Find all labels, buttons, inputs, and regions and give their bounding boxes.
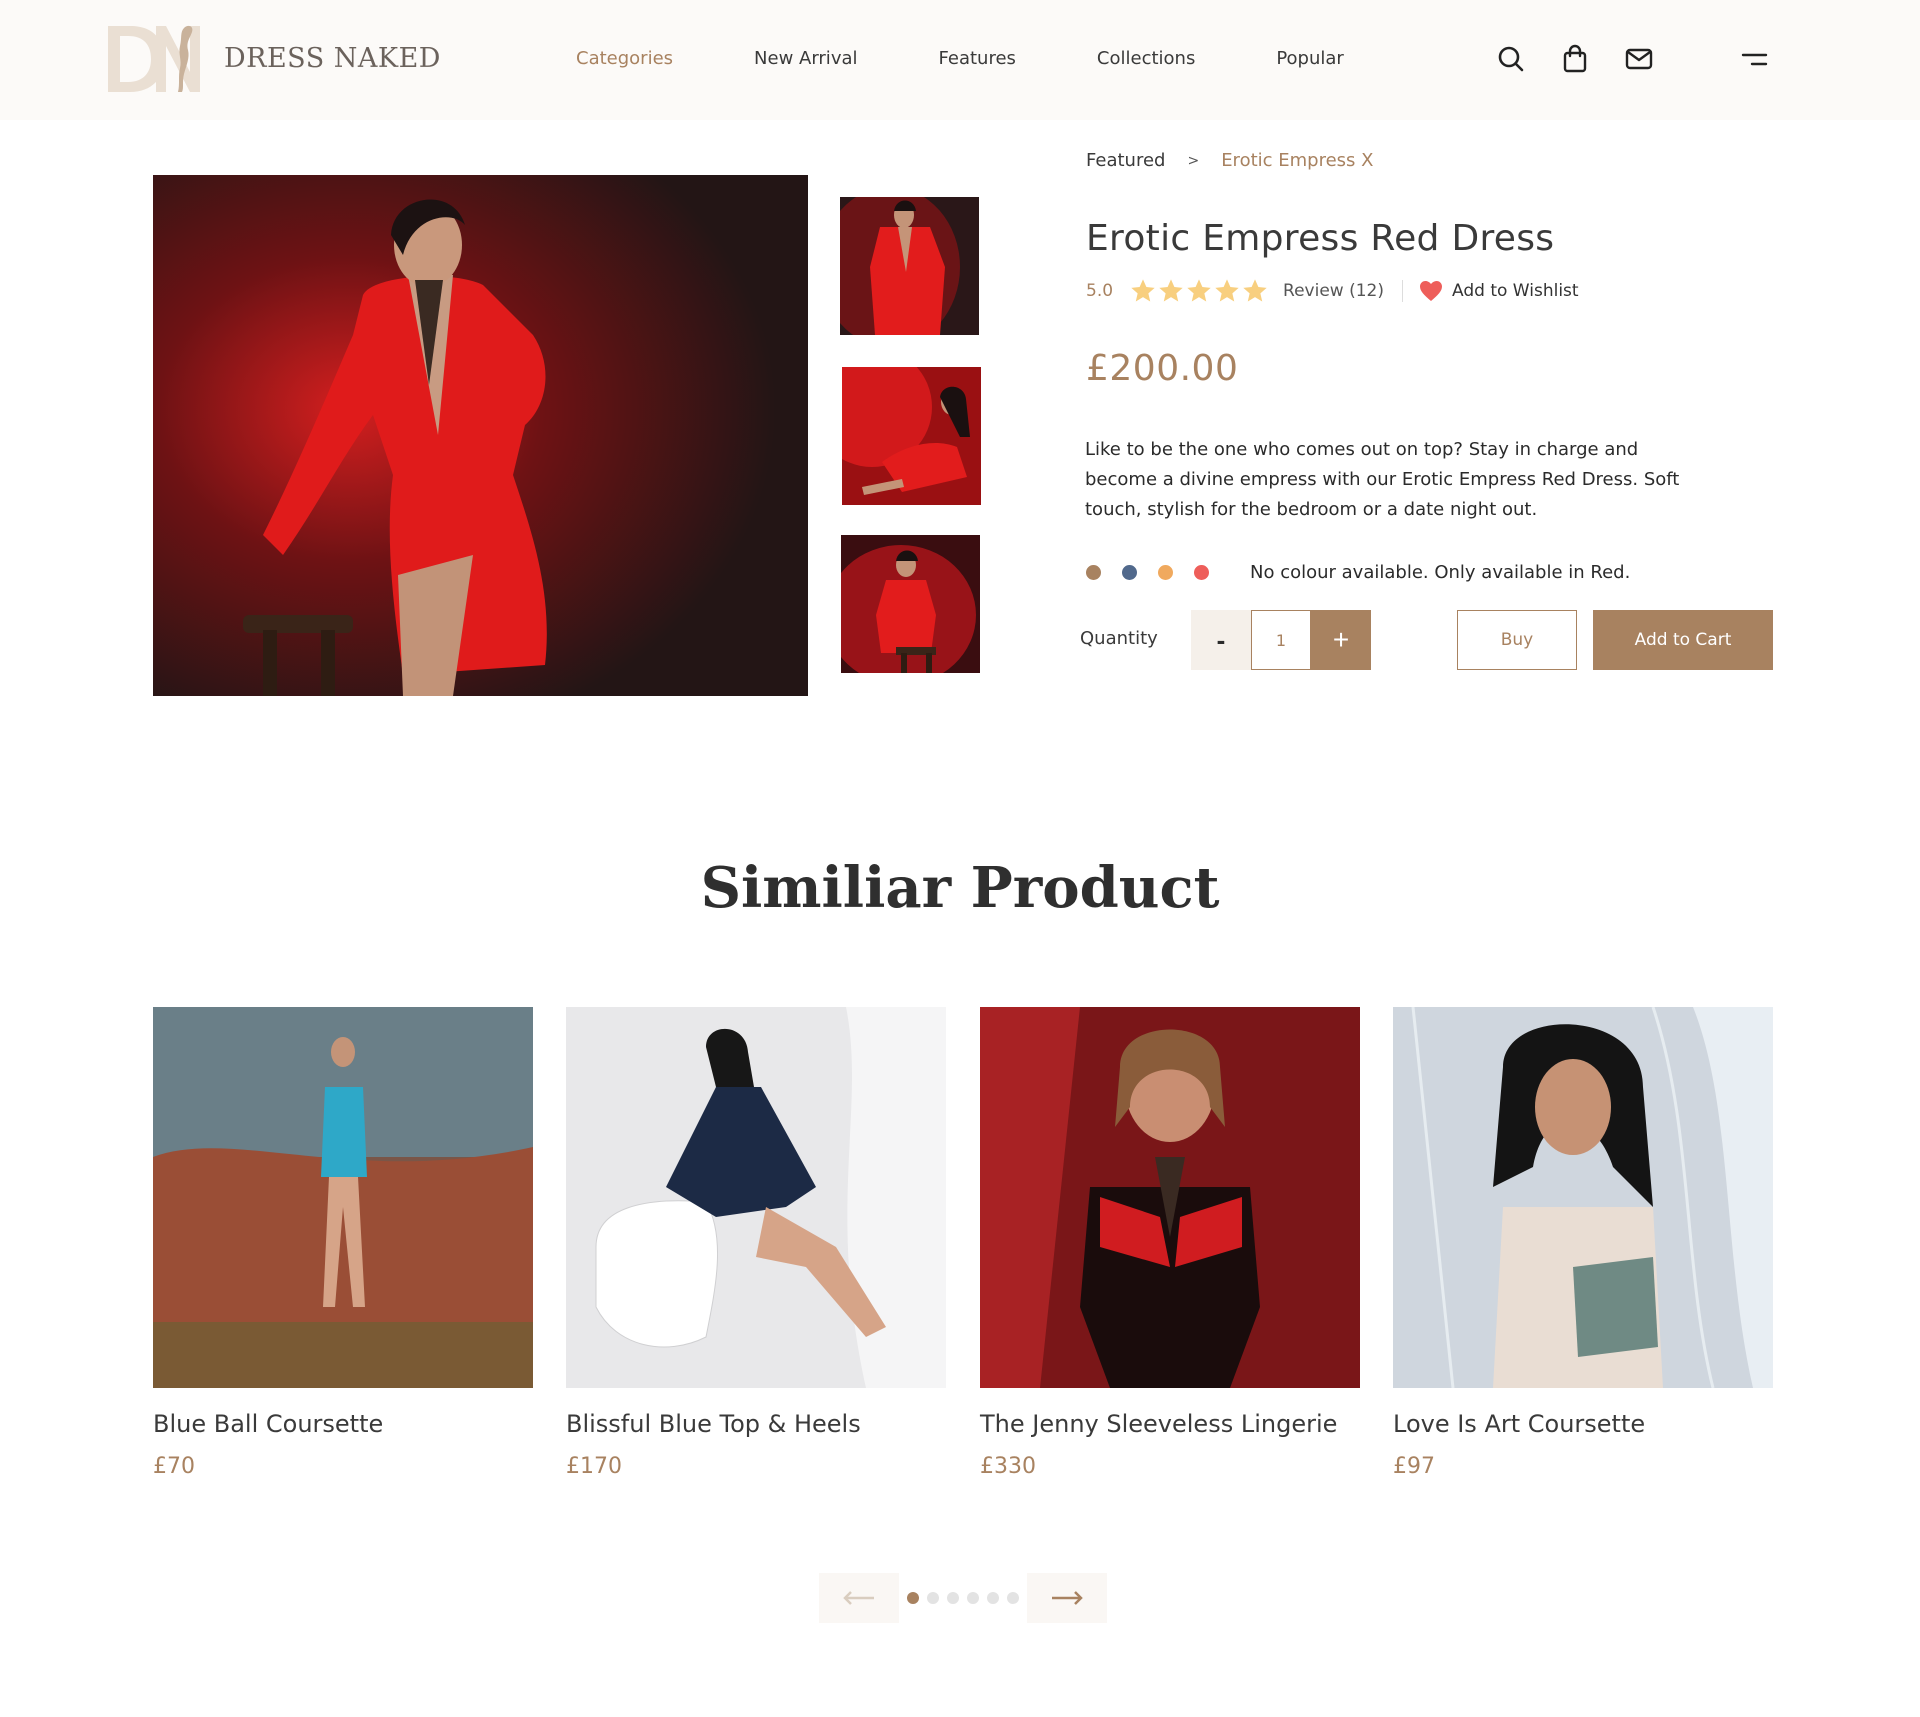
section-title: Similiar Product (700, 855, 1220, 921)
star-icon (1215, 279, 1239, 302)
product-card[interactable]: Blissful Blue Top & Heels £170 (566, 1007, 946, 1479)
nav-new-arrival[interactable]: New Arrival (754, 48, 857, 69)
nav-features[interactable]: Features (939, 48, 1016, 69)
product-card[interactable]: The Jenny Sleeveless Lingerie £330 (980, 1007, 1360, 1479)
star-icon (1159, 279, 1183, 302)
star-icon (1131, 279, 1155, 302)
header-icons (1496, 44, 1654, 74)
menu-icon[interactable] (1740, 50, 1768, 70)
arrow-right-icon (1052, 1591, 1083, 1605)
star-icon (1243, 279, 1267, 302)
carousel-dot[interactable] (1007, 1592, 1019, 1604)
product-title: Erotic Empress Red Dress (1086, 218, 1555, 259)
product-price: £200.00 (1086, 348, 1239, 389)
quantity-label: Quantity (1080, 628, 1158, 649)
nav-popular[interactable]: Popular (1276, 48, 1344, 69)
star-icon (1187, 279, 1211, 302)
product-card-price: £97 (1393, 1454, 1435, 1479)
star-rating (1129, 277, 1269, 305)
main-nav: Categories New Arrival Features Collecti… (576, 48, 1344, 69)
product-thumbnail[interactable] (840, 197, 979, 335)
search-icon[interactable] (1496, 44, 1526, 74)
site-header: DRESS NAKED Categories New Arrival Featu… (0, 0, 1920, 120)
colour-swatch[interactable] (1122, 565, 1137, 580)
carousel-dot[interactable] (947, 1592, 959, 1604)
carousel-dot[interactable] (987, 1592, 999, 1604)
arrow-left-icon (843, 1591, 874, 1605)
breadcrumb-current: Erotic Empress X (1221, 150, 1374, 171)
heart-icon (1420, 281, 1443, 301)
product-card-price: £170 (566, 1454, 622, 1479)
divider (1402, 280, 1404, 302)
brand-name: DRESS NAKED (224, 42, 441, 74)
product-main-image (153, 175, 808, 696)
carousel-dot[interactable] (907, 1592, 919, 1604)
product-card-price: £330 (980, 1454, 1036, 1479)
breadcrumb-separator-icon: > (1187, 152, 1200, 169)
product-card[interactable]: Blue Ball Coursette £70 (153, 1007, 533, 1479)
quantity-decrease-button[interactable]: - (1191, 610, 1251, 670)
wishlist-label: Add to Wishlist (1452, 281, 1579, 301)
nav-categories[interactable]: Categories (576, 48, 673, 69)
colour-options: No colour available. Only available in R… (1086, 562, 1630, 583)
carousel-dot[interactable] (967, 1592, 979, 1604)
carousel-dots (903, 1592, 1023, 1604)
shopping-bag-icon[interactable] (1560, 44, 1590, 74)
product-card[interactable]: Love Is Art Coursette £97 (1393, 1007, 1773, 1479)
add-to-cart-button[interactable]: Add to Cart (1593, 610, 1773, 670)
add-to-wishlist-button[interactable]: Add to Wishlist (1419, 280, 1579, 302)
quantity-increase-button[interactable]: + (1311, 610, 1371, 670)
product-thumbnail[interactable] (842, 367, 981, 505)
product-card-image (153, 1007, 533, 1388)
carousel-dot[interactable] (927, 1592, 939, 1604)
carousel-pager (819, 1573, 1107, 1623)
product-card-name: Blissful Blue Top & Heels (566, 1410, 861, 1438)
carousel-prev-button[interactable] (819, 1573, 899, 1623)
rating-row: 5.0 Review (12) Add to Wishlist (1086, 278, 1579, 304)
carousel-next-button[interactable] (1027, 1573, 1107, 1623)
nav-collections[interactable]: Collections (1097, 48, 1195, 69)
product-description: Like to be the one who comes out on top?… (1085, 439, 1680, 520)
colour-swatch[interactable] (1194, 565, 1209, 580)
product-card-name: Blue Ball Coursette (153, 1410, 384, 1438)
brand-logo[interactable]: DRESS NAKED (104, 22, 441, 94)
product-thumbnail[interactable] (841, 535, 980, 673)
colour-note: No colour available. Only available in R… (1250, 562, 1631, 583)
product-card-image (1393, 1007, 1773, 1388)
product-card-image (980, 1007, 1360, 1388)
breadcrumb-featured[interactable]: Featured (1086, 150, 1165, 171)
rating-value: 5.0 (1086, 281, 1114, 301)
product-card-price: £70 (153, 1454, 195, 1479)
mail-icon[interactable] (1624, 44, 1654, 74)
breadcrumb: Featured > Erotic Empress X (1086, 150, 1373, 171)
colour-swatch[interactable] (1158, 565, 1173, 580)
product-card-name: The Jenny Sleeveless Lingerie (980, 1410, 1338, 1438)
product-card-image (566, 1007, 946, 1388)
product-card-name: Love Is Art Coursette (1393, 1410, 1646, 1438)
buy-button[interactable]: Buy (1457, 610, 1577, 670)
logo-mark-icon (108, 25, 200, 93)
review-link[interactable]: Review (12) (1283, 281, 1384, 301)
colour-swatch[interactable] (1086, 565, 1101, 580)
quantity-input[interactable] (1251, 610, 1311, 670)
